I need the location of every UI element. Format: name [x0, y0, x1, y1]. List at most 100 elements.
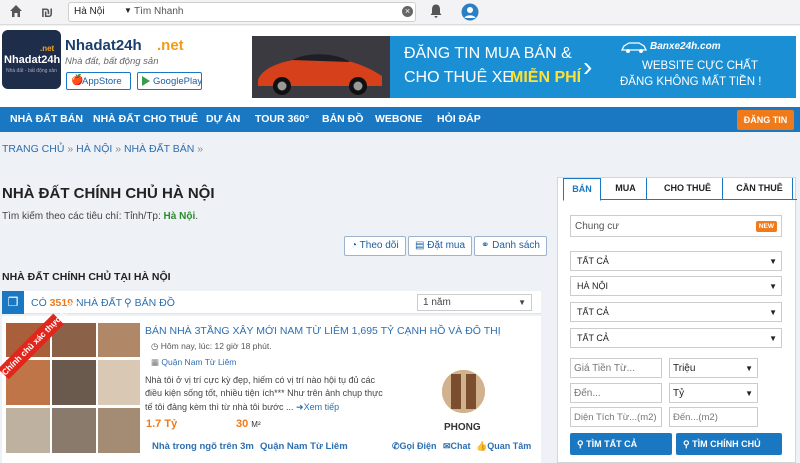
logo-net: .net — [40, 44, 55, 53]
clock-icon: ◷ — [151, 341, 159, 351]
tab-mua[interactable]: MUA — [605, 178, 647, 199]
banner-right2: ĐĂNG KHÔNG MẤT TIỀN ! — [620, 76, 762, 88]
listing-area-value: 30 — [236, 418, 252, 430]
list-label: Danh sách — [492, 240, 540, 251]
nav-item-ban-do[interactable]: BẢN ĐỒ — [322, 107, 363, 132]
listing-card[interactable]: Chính chủ xác thực 100% BÁN NHÀ 3TẦNG XÂ… — [0, 297, 541, 463]
search-owner-button[interactable]: ⚲ TÌM CHÍNH CHỦ — [676, 433, 782, 455]
district-select[interactable]: TẤT CẢ ▼ — [570, 302, 782, 322]
breadcrumb-city[interactable]: HÀ NỘI — [76, 143, 112, 155]
banner-highlight: MIỄN PHÍ — [510, 69, 582, 86]
search-input[interactable]: Tìm Nhanh — [134, 6, 183, 17]
listing-price: 1.7 Tỷ — [146, 418, 178, 430]
section-title: NHÀ ĐẤT CHÍNH CHỦ TẠI HÀ NỘI — [2, 271, 171, 283]
agent-name: PHONG — [444, 422, 481, 433]
category-value: TẤT CẢ — [577, 256, 609, 266]
user-icon[interactable] — [461, 3, 479, 21]
nav-item-hoi-dap[interactable]: HỎI ĐÁP — [437, 107, 481, 132]
banner-right1: WEBSITE CỰC CHẤT — [642, 60, 758, 72]
rss-icon: ◔ — [351, 240, 358, 251]
listing-location: Quận Nam Từ Liêm — [260, 441, 348, 452]
ward-select[interactable]: TẤT CẢ ▼ — [570, 328, 782, 348]
tab-can-thue[interactable]: CẦN THUÊ — [727, 178, 793, 199]
follow-button[interactable]: ◔ Theo dõi — [344, 236, 406, 256]
thumbs-up-icon: 👍 — [476, 441, 488, 451]
save-label: Quan Tâm — [487, 441, 532, 451]
breadcrumb-separator: » — [67, 143, 74, 155]
building-icon: ▦ — [151, 357, 160, 367]
property-type-input[interactable]: Chung cư NEW — [570, 215, 782, 237]
subscribe-button[interactable]: ▤ Đặt mua — [408, 236, 473, 256]
city-value: HÀ NỘI — [577, 281, 609, 291]
search-owner-label: TÌM CHÍNH CHỦ — [692, 439, 761, 449]
listing-area: 30 M² — [236, 418, 261, 430]
search-all-button[interactable]: ⚲ TÌM TẤT CẢ — [570, 433, 672, 455]
save-button[interactable]: 👍Quan Tâm — [476, 441, 531, 452]
arrow-right-icon: ➜ — [296, 401, 304, 412]
banner-site: Banxe24h.com — [650, 41, 721, 52]
map-pin-icon: ⚲ — [124, 297, 132, 309]
criteria-city: Hà Nội — [163, 211, 196, 222]
price-to-input[interactable]: Đến... — [570, 383, 662, 403]
price-to-unit-select[interactable]: Tỷ ▼ — [669, 383, 758, 403]
city-select[interactable]: HÀ NỘI ▼ — [570, 276, 782, 296]
listing-desc-text: Nhà tôi ở vị trí cực kỳ đẹp, hiếm có vị … — [145, 375, 383, 412]
district-value: TẤT CẢ — [577, 307, 609, 317]
ward-value: TẤT CẢ — [577, 333, 609, 343]
nav-item-webone[interactable]: WEBONE — [375, 107, 422, 132]
post-ad-button[interactable]: ĐĂNG TIN — [737, 110, 794, 130]
listing-time-text: Hôm nay, lúc: 12 giờ 18 phút. — [160, 341, 272, 351]
call-button[interactable]: ✆Gọi Điện — [392, 441, 437, 452]
clear-icon[interactable]: × — [402, 6, 413, 17]
map-link[interactable]: ⚲ BẢN ĐỒ — [124, 297, 175, 309]
chevron-down-icon[interactable]: ▼ — [124, 6, 132, 15]
banner-line1: ĐĂNG TIN MUA BÁN & — [404, 45, 572, 62]
ad-banner[interactable]: ĐĂNG TIN MUA BÁN & CHO THUÊ XE MIỄN PHÍ … — [252, 36, 796, 98]
listing-district[interactable]: ▦ Quận Nam Từ Liêm — [151, 357, 236, 368]
currency-icon[interactable]: ₪ — [38, 3, 56, 21]
tab-ban[interactable]: BÁN — [563, 178, 601, 201]
breadcrumb-separator: » — [197, 143, 204, 155]
brand-suffix: .net — [157, 37, 184, 54]
appstore-label: AppStore — [82, 76, 122, 87]
list-view-icon[interactable]: ❐ — [2, 291, 24, 314]
price-unit-value: Triệu — [673, 363, 696, 374]
breadcrumb-category[interactable]: NHÀ ĐẤT BÁN — [124, 143, 194, 155]
googleplay-button[interactable]: GooglePlay — [137, 72, 202, 90]
area-to-input[interactable]: Đến...(m2) — [669, 407, 758, 427]
listing-title[interactable]: BÁN NHÀ 3TẦNG XÂY MỚI NAM TỪ LIÊM 1,695 … — [145, 325, 501, 337]
period-value: 1 năm — [423, 297, 451, 308]
subscribe-label: Đặt mua — [427, 240, 466, 251]
nav-item-cho-thue[interactable]: NHÀ ĐẤT CHO THUÊ — [93, 107, 198, 132]
price-from-input[interactable]: Giá Tiền Từ... — [570, 358, 662, 378]
chat-button[interactable]: ✉Chat — [443, 441, 471, 452]
listing-district-text: Quận Nam Từ Liêm — [161, 357, 237, 367]
price-unit-select[interactable]: Triệu ▼ — [669, 358, 758, 378]
link-icon: ⚭ — [481, 240, 490, 251]
search-icon: ⚲ — [577, 439, 584, 449]
list-button[interactable]: ⚭ Danh sách — [474, 236, 547, 256]
nav-item-du-an[interactable]: DỰ ÁN — [206, 107, 240, 132]
listing-description: Nhà tôi ở vị trí cực kỳ đẹp, hiếm có vị … — [145, 374, 390, 414]
googleplay-label: GooglePlay — [153, 76, 203, 87]
chat-icon: ✉ — [443, 441, 451, 451]
chevron-down-icon: ▼ — [769, 257, 777, 266]
listing-time: ◷ Hôm nay, lúc: 12 giờ 18 phút. — [151, 341, 272, 352]
site-logo[interactable]: .net Nhadat24h Nhà đất - bất động sản — [2, 30, 61, 89]
breadcrumb-home[interactable]: TRANG CHỦ — [2, 143, 64, 155]
chevron-down-icon: ▼ — [745, 389, 753, 398]
area-from-input[interactable]: Diện Tích Từ...(m2) — [570, 407, 662, 427]
listing-photos[interactable]: Chính chủ xác thực 100% — [0, 297, 140, 453]
category-select[interactable]: TẤT CẢ ▼ — [570, 251, 782, 271]
agent-avatar[interactable] — [442, 370, 485, 413]
nav-item-ban[interactable]: NHÀ ĐẤT BÁN — [10, 107, 83, 132]
read-more-link[interactable]: ➜Xem tiếp — [296, 402, 339, 412]
nav-item-tour[interactable]: TOUR 360° — [255, 107, 309, 132]
tab-cho-thue[interactable]: CHO THUÊ — [653, 178, 723, 199]
home-icon[interactable] — [7, 3, 25, 21]
bell-icon[interactable] — [427, 3, 445, 21]
location-select[interactable]: Hà Nội — [74, 6, 105, 17]
period-select[interactable]: 1 năm ▼ — [417, 294, 532, 311]
appstore-button[interactable]: 🍎 AppStore — [66, 72, 131, 90]
result-prefix: CÓ — [31, 297, 50, 309]
